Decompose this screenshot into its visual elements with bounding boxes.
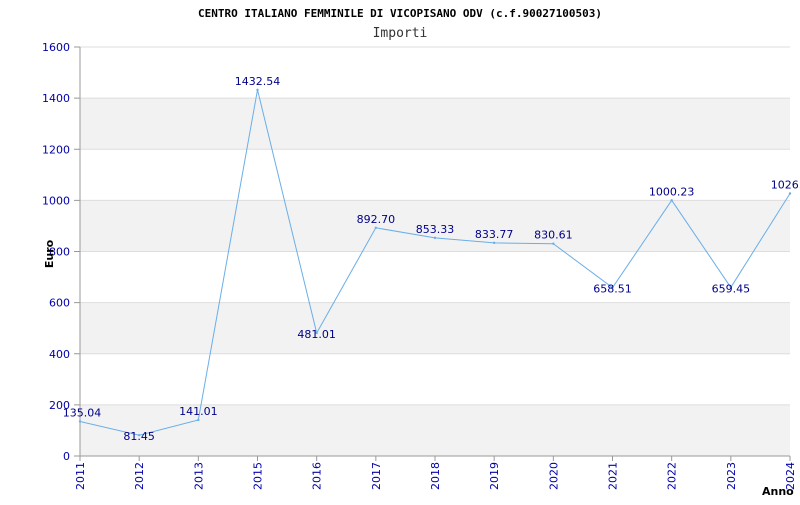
y-tick-label: 600 [49, 297, 70, 310]
x-tick-label: 2018 [429, 462, 442, 490]
x-tick-label: 2013 [192, 462, 205, 490]
data-label: 141.01 [179, 405, 218, 418]
data-point [78, 420, 82, 423]
x-tick-label: 2022 [666, 462, 679, 490]
x-tick-label: 2012 [133, 462, 146, 490]
data-label: 135.04 [63, 406, 102, 419]
data-label: 481.01 [297, 328, 336, 341]
data-label: 853.33 [416, 223, 455, 236]
data-label: 1432.54 [235, 75, 281, 88]
chart: 0 200 400 600 800 1000 1200 1400 1600 2011 2012 20… [0, 0, 800, 500]
data-label: 81.45 [123, 430, 155, 443]
data-point [256, 88, 259, 92]
data-label: 833.77 [475, 228, 514, 241]
y-tick-label: 1400 [42, 92, 70, 105]
x-tick-labels: 2011 2012 2013 2015 2016 2017 2018 2019 2020 2021… [74, 462, 797, 490]
data-point [433, 236, 437, 240]
chart-title: CENTRO ITALIANO FEMMINILE DI VICOPISANO … [198, 7, 602, 20]
x-tick-label: 2023 [725, 462, 738, 490]
x-tick-label: 2020 [547, 462, 560, 490]
data-point [788, 192, 792, 195]
x-axis-label: Anno [762, 485, 794, 498]
data-point [552, 242, 555, 245]
chart-subtitle: Importi [373, 26, 428, 41]
data-label: 830.61 [534, 229, 573, 242]
y-tick-label: 400 [49, 348, 70, 361]
y-tick-label: 0 [63, 450, 70, 463]
x-tick-label: 2011 [74, 462, 87, 490]
y-tick-label: 1200 [42, 143, 70, 156]
data-label: 1026.9 [771, 178, 800, 191]
grid-bands [80, 98, 790, 456]
y-tick-label: 1600 [42, 41, 70, 54]
x-tick-label: 2015 [252, 462, 265, 490]
data-point [374, 226, 378, 230]
y-tick-label: 1000 [42, 194, 70, 207]
grid-band [80, 302, 790, 354]
data-point [670, 199, 673, 202]
data-label: 1000.23 [649, 185, 695, 198]
x-tick-label: 2019 [488, 462, 501, 490]
data-point [492, 241, 496, 245]
x-tick-label: 2017 [370, 462, 383, 490]
grid-band [80, 98, 790, 150]
data-label: 892.70 [357, 213, 396, 226]
x-tick-label: 2021 [607, 462, 620, 490]
line-chart: 02004006008001000120014001600 2011 2012 20… [42, 7, 800, 498]
x-tick-label: 2016 [311, 462, 324, 490]
data-label: 659.45 [712, 282, 751, 295]
y-axis-label: Euro [43, 239, 56, 268]
data-point [197, 418, 200, 422]
data-label: 658.51 [593, 283, 632, 296]
